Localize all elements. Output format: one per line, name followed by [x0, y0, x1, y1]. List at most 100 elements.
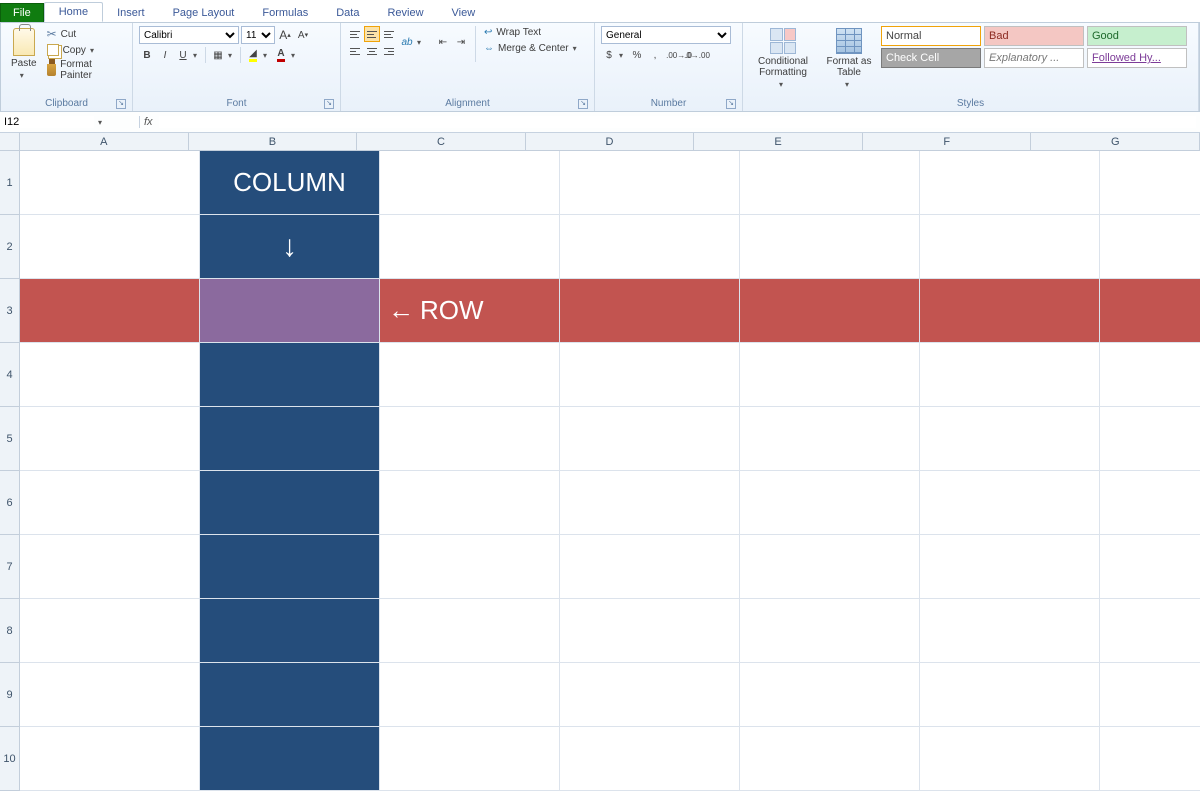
- align-center[interactable]: [364, 43, 380, 59]
- number-launcher[interactable]: ↘: [726, 99, 736, 109]
- cell-D9[interactable]: [560, 663, 740, 727]
- border-dropdown[interactable]: ▾: [228, 51, 236, 60]
- cell-F6[interactable]: [920, 471, 1100, 535]
- cell-C4[interactable]: [380, 343, 560, 407]
- cell-A2[interactable]: [20, 215, 200, 279]
- decrease-indent[interactable]: ⇤: [435, 35, 451, 51]
- cell-E2[interactable]: [740, 215, 920, 279]
- cell-E4[interactable]: [740, 343, 920, 407]
- cell-C6[interactable]: [380, 471, 560, 535]
- cell-G1[interactable]: [1100, 151, 1200, 215]
- cell-D5[interactable]: [560, 407, 740, 471]
- cell-D3[interactable]: [560, 279, 740, 343]
- comma-format[interactable]: ,: [647, 47, 663, 63]
- style-explanatory[interactable]: Explanatory ...: [984, 48, 1084, 68]
- decrease-decimal[interactable]: .0→.00: [689, 47, 705, 63]
- cell-A7[interactable]: [20, 535, 200, 599]
- cell-D7[interactable]: [560, 535, 740, 599]
- cell-A8[interactable]: [20, 599, 200, 663]
- cell-E8[interactable]: [740, 599, 920, 663]
- cell-G5[interactable]: [1100, 407, 1200, 471]
- cell-F5[interactable]: [920, 407, 1100, 471]
- cell-G2[interactable]: [1100, 215, 1200, 279]
- cell-C9[interactable]: [380, 663, 560, 727]
- increase-indent[interactable]: ⇥: [453, 35, 469, 51]
- column-header-F[interactable]: F: [863, 133, 1032, 150]
- name-box-input[interactable]: [4, 116, 94, 128]
- tab-insert[interactable]: Insert: [103, 4, 159, 22]
- cell-G8[interactable]: [1100, 599, 1200, 663]
- cell-F10[interactable]: [920, 727, 1100, 791]
- column-header-D[interactable]: D: [526, 133, 695, 150]
- cell-E1[interactable]: [740, 151, 920, 215]
- cell-F3[interactable]: [920, 279, 1100, 343]
- font-name-select[interactable]: Calibri: [139, 26, 239, 44]
- cell-B8[interactable]: [200, 599, 380, 663]
- cell-G9[interactable]: [1100, 663, 1200, 727]
- number-format-select[interactable]: General: [601, 26, 731, 44]
- cell-A5[interactable]: [20, 407, 200, 471]
- cell-A10[interactable]: [20, 727, 200, 791]
- tab-home[interactable]: Home: [44, 2, 103, 22]
- row-header-8[interactable]: 8: [0, 599, 19, 663]
- cell-G6[interactable]: [1100, 471, 1200, 535]
- cell-C3[interactable]: ←ROW: [380, 279, 560, 343]
- cell-F8[interactable]: [920, 599, 1100, 663]
- row-header-7[interactable]: 7: [0, 535, 19, 599]
- cell-A1[interactable]: [20, 151, 200, 215]
- format-as-table-button[interactable]: Format as Table▾: [821, 26, 877, 91]
- cell-D1[interactable]: [560, 151, 740, 215]
- cell-F4[interactable]: [920, 343, 1100, 407]
- name-box-dropdown[interactable]: ▾: [98, 118, 106, 127]
- font-color-dropdown[interactable]: ▾: [291, 51, 299, 60]
- accounting-format[interactable]: $: [601, 47, 617, 63]
- cell-B7[interactable]: [200, 535, 380, 599]
- cell-C5[interactable]: [380, 407, 560, 471]
- style-normal[interactable]: Normal: [881, 26, 981, 46]
- orientation-button[interactable]: ab: [399, 35, 415, 51]
- name-box[interactable]: ▾: [0, 116, 140, 128]
- row-header-5[interactable]: 5: [0, 407, 19, 471]
- fill-color-dropdown[interactable]: ▾: [263, 51, 271, 60]
- paste-button[interactable]: Paste ▾: [7, 26, 41, 82]
- cut-button[interactable]: ✂Cut: [45, 26, 126, 42]
- select-all-corner[interactable]: [0, 133, 20, 151]
- cell-A9[interactable]: [20, 663, 200, 727]
- cell-B2[interactable]: ↓: [200, 215, 380, 279]
- shrink-font-button[interactable]: A▾: [295, 27, 311, 43]
- column-header-E[interactable]: E: [694, 133, 863, 150]
- cell-B4[interactable]: [200, 343, 380, 407]
- row-header-2[interactable]: 2: [0, 215, 19, 279]
- clipboard-launcher[interactable]: ↘: [116, 99, 126, 109]
- cell-A3[interactable]: [20, 279, 200, 343]
- align-left[interactable]: [347, 43, 363, 59]
- cell-A6[interactable]: [20, 471, 200, 535]
- grow-font-button[interactable]: A▴: [277, 27, 293, 43]
- style-followed-hyperlink[interactable]: Followed Hy...: [1087, 48, 1187, 68]
- align-bottom[interactable]: [381, 26, 397, 42]
- accounting-dropdown[interactable]: ▾: [619, 51, 627, 60]
- cell-B1[interactable]: COLUMN: [200, 151, 380, 215]
- formula-input[interactable]: [159, 116, 1196, 128]
- style-check-cell[interactable]: Check Cell: [881, 48, 981, 68]
- cell-D2[interactable]: [560, 215, 740, 279]
- cell-C8[interactable]: [380, 599, 560, 663]
- cell-F2[interactable]: [920, 215, 1100, 279]
- cell-E7[interactable]: [740, 535, 920, 599]
- tab-data[interactable]: Data: [322, 4, 373, 22]
- cell-F1[interactable]: [920, 151, 1100, 215]
- cell-C10[interactable]: [380, 727, 560, 791]
- copy-dropdown[interactable]: ▾: [90, 46, 98, 55]
- alignment-launcher[interactable]: ↘: [578, 99, 588, 109]
- tab-file[interactable]: File: [0, 3, 44, 22]
- cell-C7[interactable]: [380, 535, 560, 599]
- cell-B5[interactable]: [200, 407, 380, 471]
- bold-button[interactable]: B: [139, 47, 155, 63]
- cell-C1[interactable]: [380, 151, 560, 215]
- style-bad[interactable]: Bad: [984, 26, 1084, 46]
- underline-button[interactable]: U: [175, 47, 191, 63]
- cell-B6[interactable]: [200, 471, 380, 535]
- cell-G3[interactable]: [1100, 279, 1200, 343]
- cell-grid[interactable]: COLUMN↓←ROW: [20, 151, 1200, 791]
- cell-B10[interactable]: [200, 727, 380, 791]
